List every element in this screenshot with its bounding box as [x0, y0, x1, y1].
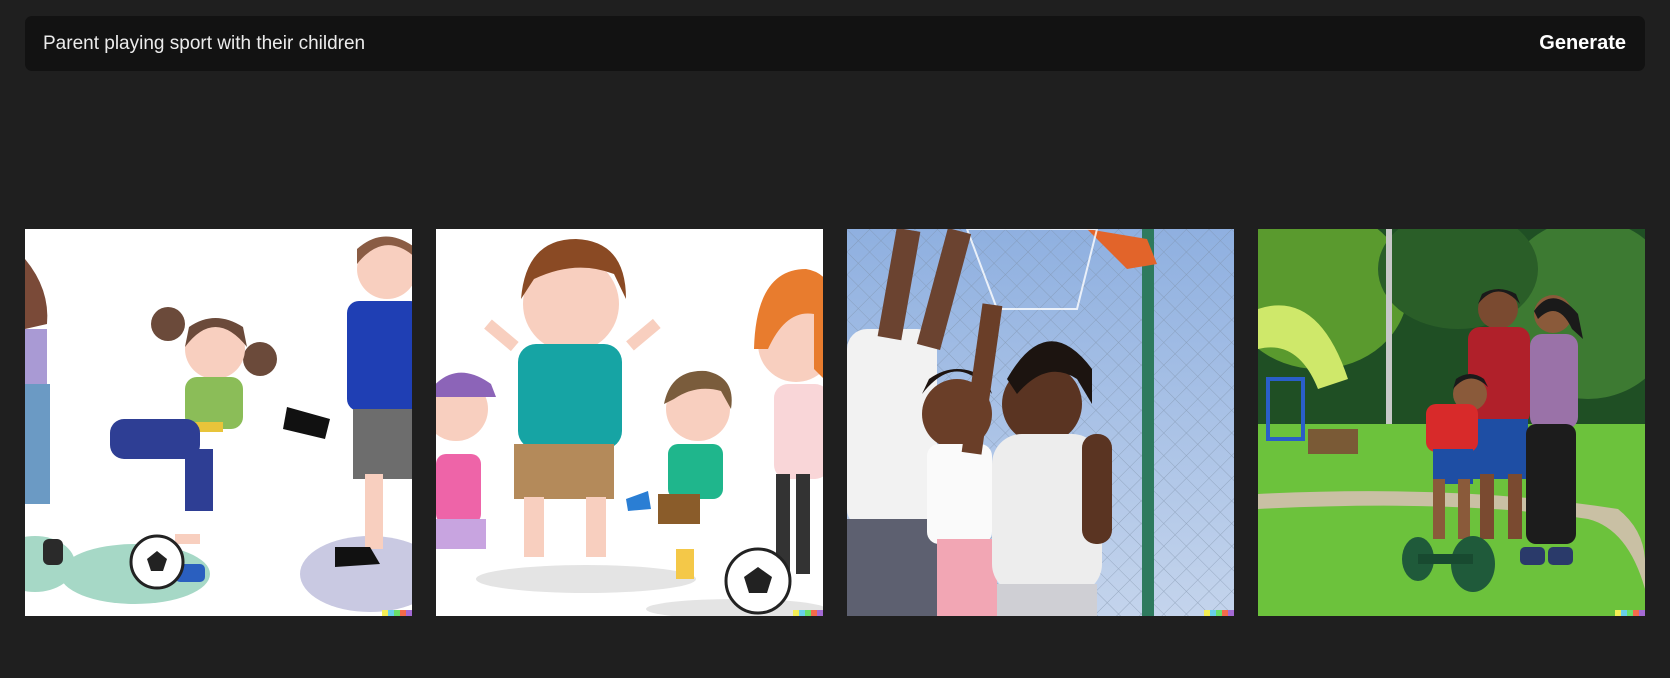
result-image-1[interactable]: [25, 229, 412, 616]
prompt-input[interactable]: Parent playing sport with their children: [43, 33, 365, 55]
watermark: [382, 610, 412, 616]
watermark-swatch: [1639, 610, 1645, 616]
watermark-swatch: [817, 610, 823, 616]
result-image-4[interactable]: [1258, 229, 1645, 616]
watermark-swatch: [406, 610, 412, 616]
watermark: [793, 610, 823, 616]
photo-family-park-exercise-image: [1258, 229, 1645, 616]
photo-family-basketball-image: [847, 229, 1234, 616]
result-image-3[interactable]: [847, 229, 1234, 616]
result-image-2[interactable]: [436, 229, 823, 616]
cartoon-kids-cheering-soccer-image: [436, 229, 823, 616]
prompt-bar[interactable]: Parent playing sport with their children…: [25, 16, 1645, 71]
generate-button[interactable]: Generate: [1539, 31, 1626, 55]
watermark-swatch: [1228, 610, 1234, 616]
cartoon-family-soccer-image: [25, 229, 412, 616]
watermark: [1204, 610, 1234, 616]
watermark: [1615, 610, 1645, 616]
